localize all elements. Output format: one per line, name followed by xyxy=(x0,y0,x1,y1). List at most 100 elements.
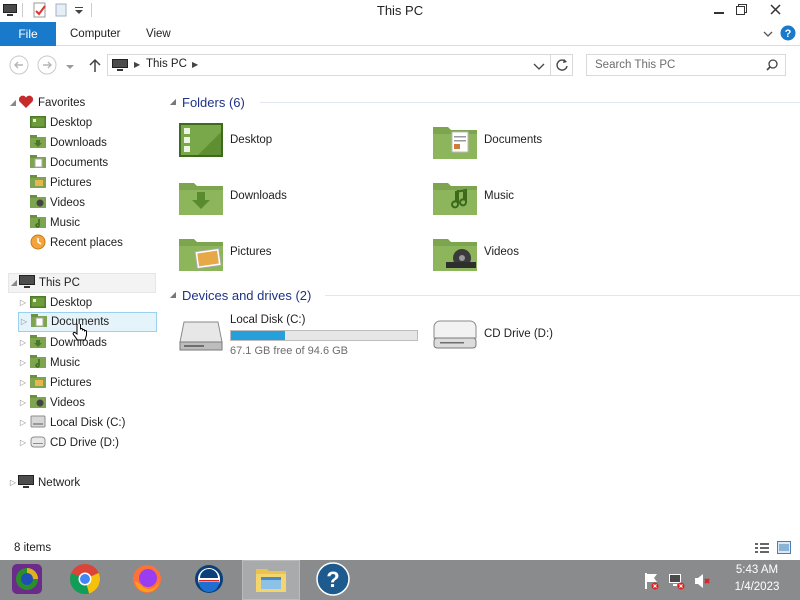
disk-usage-bar xyxy=(230,330,418,341)
nav-favorites[interactable]: ◢ Favorites xyxy=(8,93,85,113)
folder-tile-documents[interactable]: Documents xyxy=(432,118,672,166)
drive-tile-cd[interactable]: CD Drive (D:) xyxy=(432,310,632,360)
devices-group-header[interactable]: ◢ Devices and drives (2) xyxy=(168,286,311,304)
collapsed-chevron-icon[interactable]: ▷ xyxy=(19,317,29,327)
system-clock[interactable]: 5:43 AM 1/4/2023 xyxy=(722,562,792,596)
network-status-icon[interactable] xyxy=(668,572,686,593)
folder-tile-music[interactable]: Music xyxy=(432,174,672,222)
collapsed-chevron-icon[interactable]: ▷ xyxy=(18,418,28,428)
help-icon[interactable]: ? xyxy=(780,25,796,44)
taskbar-chrome[interactable] xyxy=(58,560,112,600)
address-bar[interactable]: ▶ This PC ▶ xyxy=(107,54,573,76)
computer-icon xyxy=(19,274,35,292)
back-button[interactable] xyxy=(9,55,29,78)
file-explorer-icon xyxy=(255,565,287,596)
up-button[interactable] xyxy=(85,56,105,76)
nav-fav-videos[interactable]: Videos xyxy=(30,193,85,213)
recent-places-icon xyxy=(30,234,46,253)
collapsed-chevron-icon[interactable]: ▷ xyxy=(18,378,28,388)
tile-label: Downloads xyxy=(230,190,287,202)
nav-label: This PC xyxy=(39,277,80,289)
collapsed-chevron-icon[interactable]: ▷ xyxy=(18,338,28,348)
nav-label: Recent places xyxy=(50,237,123,249)
collapsed-chevron-icon[interactable]: ▷ xyxy=(8,478,18,488)
nav-fav-recent-places[interactable]: Recent places xyxy=(30,233,123,253)
desktop-icon xyxy=(30,115,46,132)
ribbon-tabs: File Computer View ? xyxy=(0,22,800,46)
taskbar-file-explorer[interactable] xyxy=(242,560,300,600)
hard-drive-icon xyxy=(30,415,46,432)
breadcrumb-this-pc[interactable]: This PC xyxy=(146,58,187,70)
action-center-icon[interactable] xyxy=(643,572,659,593)
expand-ribbon-icon[interactable] xyxy=(762,28,774,43)
address-dropdown-icon[interactable] xyxy=(533,61,545,75)
nav-label: Videos xyxy=(50,197,85,209)
details-view-icon[interactable] xyxy=(755,542,769,557)
back-arrow-icon xyxy=(9,55,29,78)
nav-fav-pictures[interactable]: Pictures xyxy=(30,173,92,193)
volume-muted-icon[interactable] xyxy=(693,572,711,593)
collapsed-chevron-icon[interactable]: ▷ xyxy=(18,438,28,448)
tab-view[interactable]: View xyxy=(146,22,171,46)
hand-cursor-icon xyxy=(72,322,88,345)
folder-tile-pictures[interactable]: Pictures xyxy=(178,230,418,278)
taskbar-app-1[interactable] xyxy=(0,560,54,600)
search-box[interactable]: Search This PC xyxy=(586,54,786,76)
tile-label: Pictures xyxy=(230,246,272,258)
collapsed-chevron-icon[interactable]: ▷ xyxy=(18,398,28,408)
nav-network[interactable]: ▷ Network xyxy=(8,473,80,493)
forward-arrow-icon xyxy=(37,55,57,78)
taskbar-help[interactable]: ? xyxy=(304,560,362,600)
downloads-folder-icon xyxy=(178,178,224,219)
nav-label: Local Disk (C:) xyxy=(50,417,126,429)
nav-pc-cd-drive[interactable]: ▷ CD Drive (D:) xyxy=(18,433,119,453)
recent-locations-button[interactable] xyxy=(63,56,77,76)
pictures-folder-icon xyxy=(178,234,224,275)
refresh-icon[interactable] xyxy=(555,58,569,75)
nav-pc-music[interactable]: ▷ Music xyxy=(18,353,80,373)
nav-this-pc[interactable]: ◢ This PC xyxy=(8,273,156,293)
nav-label: Favorites xyxy=(38,97,86,109)
expanded-chevron-icon[interactable]: ◢ xyxy=(9,278,19,288)
nav-pc-videos[interactable]: ▷ Videos xyxy=(18,393,85,413)
nav-pc-local-disk[interactable]: ▷ Local Disk (C:) xyxy=(18,413,125,433)
expanded-chevron-icon[interactable]: ◢ xyxy=(168,290,178,300)
folder-tile-desktop[interactable]: Desktop xyxy=(178,118,418,166)
forward-button[interactable] xyxy=(37,55,57,78)
nav-pc-pictures[interactable]: ▷ Pictures xyxy=(18,373,92,393)
tile-label: Documents xyxy=(484,134,543,146)
collapsed-chevron-icon[interactable]: ▷ xyxy=(18,298,28,308)
group-divider xyxy=(260,102,800,103)
status-bar: 8 items xyxy=(0,538,800,560)
taskbar-app-4[interactable] xyxy=(182,560,236,600)
group-title: Devices and drives (2) xyxy=(182,287,312,303)
folders-group-header[interactable]: ◢ Folders (6) xyxy=(168,93,245,111)
breadcrumb-chevron-icon[interactable]: ▶ xyxy=(192,60,198,69)
maximize-button[interactable] xyxy=(726,0,756,22)
folder-tile-videos[interactable]: Videos xyxy=(432,230,672,278)
tab-file[interactable]: File xyxy=(0,22,56,46)
tab-computer[interactable]: Computer xyxy=(70,22,121,46)
close-button[interactable] xyxy=(760,0,790,22)
search-icon[interactable] xyxy=(766,59,778,74)
collapsed-chevron-icon[interactable]: ▷ xyxy=(18,358,28,368)
disk-usage-fill xyxy=(231,331,285,340)
documents-folder-icon xyxy=(31,313,47,331)
search-input[interactable]: Search This PC xyxy=(595,59,675,71)
nav-fav-documents[interactable]: Documents xyxy=(30,153,108,173)
expanded-chevron-icon[interactable]: ◢ xyxy=(8,98,18,108)
nav-pc-downloads[interactable]: ▷ Downloads xyxy=(18,333,107,353)
expanded-chevron-icon[interactable]: ◢ xyxy=(168,97,178,107)
breadcrumb-separator-icon: ▶ xyxy=(134,60,141,69)
nav-fav-desktop[interactable]: Desktop xyxy=(30,113,92,133)
title-bar: This PC xyxy=(0,0,800,22)
large-icons-view-icon[interactable] xyxy=(777,541,791,557)
drive-tile-local-disk[interactable]: Local Disk (C:) 67.1 GB free of 94.6 GB xyxy=(178,310,422,360)
nav-pc-desktop[interactable]: ▷ Desktop xyxy=(18,293,92,313)
nav-label: Downloads xyxy=(50,137,107,149)
taskbar-firefox[interactable] xyxy=(120,560,174,600)
folder-tile-downloads[interactable]: Downloads xyxy=(178,174,418,222)
nav-fav-downloads[interactable]: Downloads xyxy=(30,133,107,153)
group-divider xyxy=(325,295,800,296)
nav-fav-music[interactable]: Music xyxy=(30,213,80,233)
